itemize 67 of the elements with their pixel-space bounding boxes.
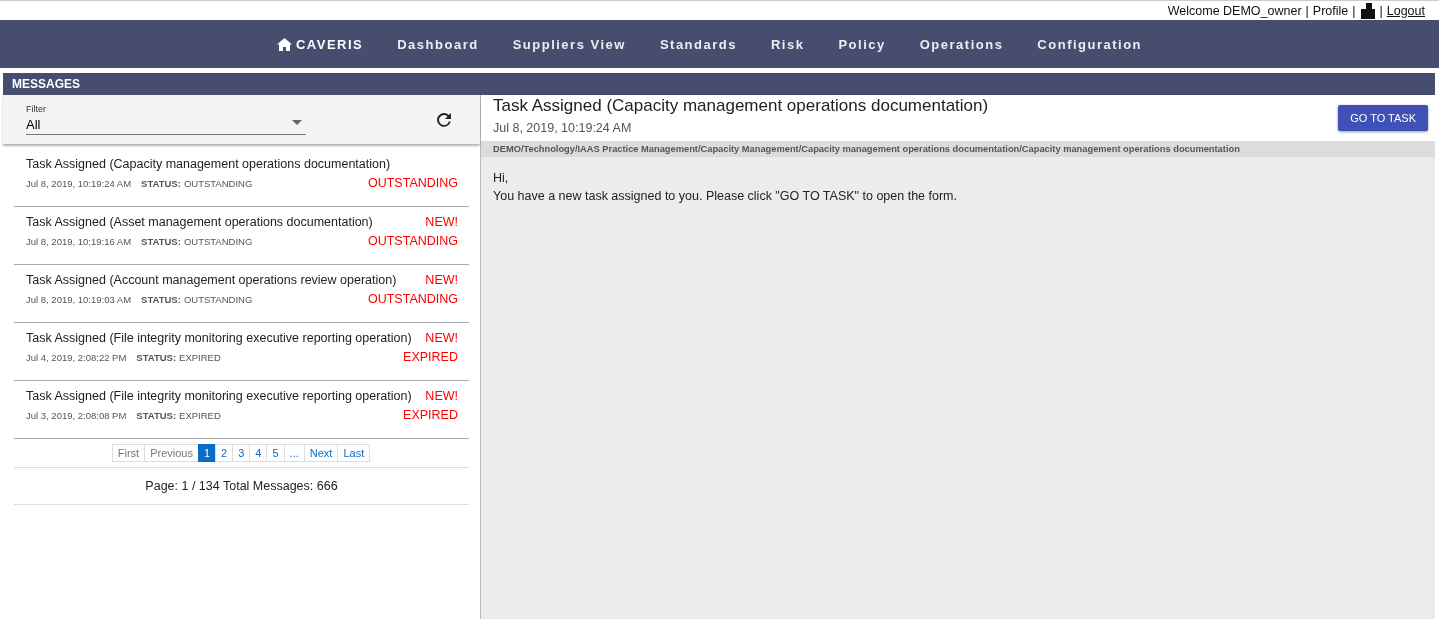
new-label: NEW! — [425, 273, 458, 287]
pagination-button[interactable]: 5 — [266, 444, 285, 462]
new-label: NEW! — [425, 389, 458, 403]
message-item[interactable]: Task Assigned (Capacity management operations documentation) Jul 8, 2019, 10:19:24 AM STATUS: OUTSTANDING OUTSTANDING — [14, 149, 469, 207]
detail-date: Jul 8, 2019, 10:19:24 AM — [493, 121, 633, 135]
nav-link[interactable]: Risk — [770, 36, 805, 52]
message-status-label: STATUS: — [136, 352, 177, 363]
separator: | — [1305, 3, 1309, 18]
new-label: NEW! — [425, 215, 458, 229]
breadcrumb-path: DEMO/Technology/IAAS Practice Management/Capacity Management/Capacity management operations documentation/Capacity management operations documentation — [481, 141, 1435, 157]
message-body-text: Hi, — [493, 170, 510, 187]
message-item[interactable]: Task Assigned (File integrity monitoring executive reporting operation) NEW! Jul 3, 2019, 2:08:08 PM STATUS: EXPIRED EXPIRED — [14, 381, 469, 439]
brand-link[interactable]: CAVERIS — [276, 36, 364, 52]
message-status-label: STATUS: — [141, 178, 181, 189]
message-date: Jul 3, 2019, 2:08:08 PM — [26, 410, 127, 421]
message-status: OUTSTANDING — [183, 236, 254, 247]
go-to-task-button[interactable]: GO TO TASK — [1338, 105, 1428, 131]
message-status-label: STATUS: — [141, 236, 181, 247]
nav-link[interactable]: Dashboard — [397, 36, 479, 52]
message-item[interactable]: Task Assigned (File integrity monitoring executive reporting operation) NEW! Jul 4, 2019, 2:08:22 PM STATUS: EXPIRED EXPIRED — [14, 323, 469, 381]
home-icon — [276, 37, 292, 51]
new-label: NEW! — [425, 331, 458, 345]
message-body-text: You have a new task assigned to you. Please click "GO TO TASK" to open the form. — [493, 188, 958, 205]
message-title: Task Assigned (Asset management operations documentation) — [26, 215, 374, 229]
welcome-text: Welcome DEMO_owner — [1167, 3, 1302, 18]
status-label: EXPIRED — [403, 408, 458, 422]
message-date: Jul 8, 2019, 10:19:16 AM — [26, 236, 132, 247]
nav-link[interactable]: Standards — [659, 36, 737, 52]
message-status: EXPIRED — [179, 410, 222, 421]
pagination-button[interactable]: ... — [283, 444, 305, 462]
caret-icon — [292, 120, 302, 125]
refresh-icon[interactable] — [437, 112, 451, 127]
pagination-button[interactable]: 4 — [249, 444, 268, 462]
pagination-button[interactable]: Next — [303, 444, 339, 462]
message-date: Jul 8, 2019, 10:19:03 AM — [26, 294, 132, 305]
filter-select[interactable]: Filter All — [26, 104, 306, 135]
detail-title: Task Assigned (Capacity management operations documentation) — [493, 96, 989, 116]
message-status: EXPIRED — [179, 352, 222, 363]
message-status: OUTSTANDING — [183, 294, 254, 305]
message-item[interactable]: Task Assigned (Account management operations review operation) NEW! Jul 8, 2019, 10:19:03 AM STATUS: OUTSTANDING OUTSTANDING — [14, 265, 469, 323]
message-date: Jul 8, 2019, 10:19:24 AM — [26, 178, 132, 189]
separator: | — [1379, 3, 1383, 18]
pagination-button[interactable]: 3 — [232, 444, 251, 462]
message-item[interactable]: Task Assigned (Asset management operations documentation) NEW! Jul 8, 2019, 10:19:16 AM STATUS: OUTSTANDING OUTSTANDING — [14, 207, 469, 265]
message-date: Jul 4, 2019, 2:08:22 PM — [26, 352, 127, 363]
pagination-button[interactable]: Last — [337, 444, 371, 462]
message-status-label: STATUS: — [141, 294, 181, 305]
nav-link[interactable]: Policy — [838, 36, 886, 52]
status-label: OUTSTANDING — [367, 176, 458, 190]
nav-link[interactable]: Operations — [919, 36, 1004, 52]
message-title: Task Assigned (Capacity management operations documentation) — [26, 157, 392, 171]
pagination-button[interactable]: 2 — [215, 444, 234, 462]
separator: | — [1352, 3, 1356, 18]
status-label: OUTSTANDING — [367, 234, 458, 248]
status-label: OUTSTANDING — [367, 292, 458, 306]
logout-link[interactable]: Logout — [1386, 3, 1425, 18]
message-title: Task Assigned (File integrity monitoring executive reporting operation) — [26, 331, 413, 345]
page-info: Page: 1 / 134 Total Messages: 666 — [14, 468, 469, 505]
message-title: Task Assigned (Account management operations review operation) — [26, 273, 398, 287]
message-status: OUTSTANDING — [183, 178, 254, 189]
message-status-label: STATUS: — [136, 410, 177, 421]
nav-link[interactable]: Suppliers View — [512, 36, 626, 52]
section-header: MESSAGES — [3, 73, 1435, 95]
message-title: Task Assigned (File integrity monitoring executive reporting operation) — [26, 389, 413, 403]
nav-link[interactable]: Configuration — [1037, 36, 1143, 52]
status-label: EXPIRED — [403, 350, 458, 364]
profile-link[interactable]: Profile — [1312, 3, 1349, 18]
